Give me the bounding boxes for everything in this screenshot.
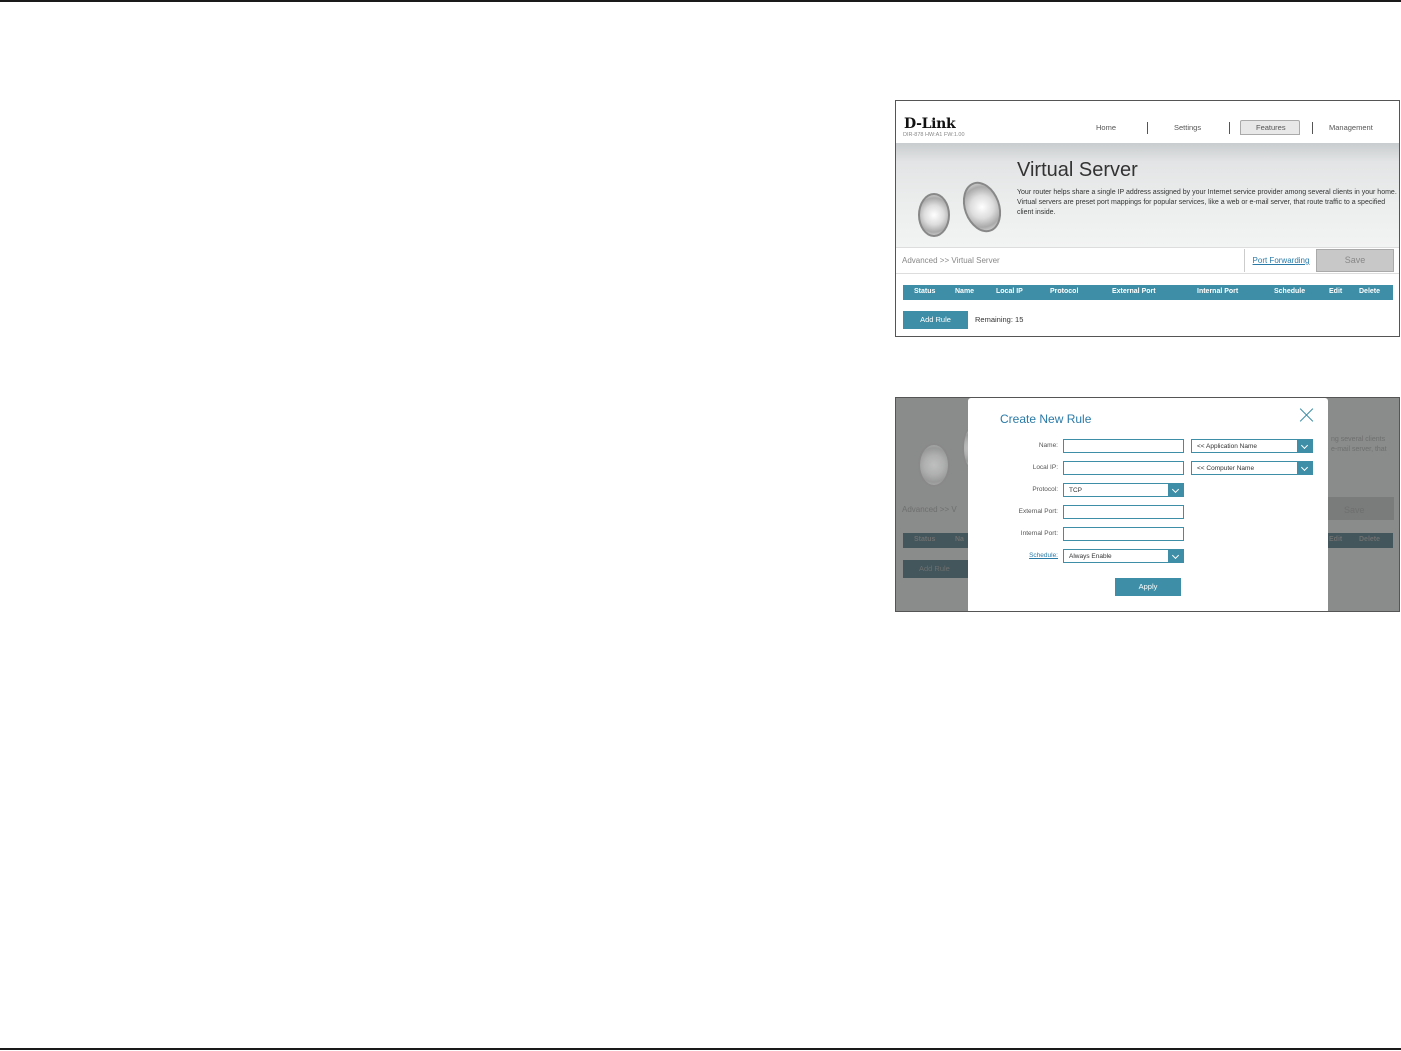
col-internal-port: Internal Port	[1197, 288, 1239, 295]
external-port-label: External Port:	[1018, 508, 1058, 515]
ghost-description: ng several clients	[1331, 436, 1386, 443]
breadcrumb-bar: Advanced >> Virtual Server Port Forwardi…	[896, 247, 1399, 274]
create-rule-dialog: Create New Rule Name: << Application Nam…	[968, 398, 1328, 611]
page-description: Your router helps share a single IP addr…	[1017, 189, 1397, 216]
col-schedule: Schedule	[1274, 288, 1306, 295]
schedule-select[interactable]: Always Enable	[1063, 549, 1184, 563]
model-info: DIR-878 HW:A1 FW:1.00	[903, 132, 965, 138]
protocol-value: TCP	[1069, 487, 1082, 494]
dialog-title: Create New Rule	[1000, 412, 1092, 426]
chevron-down-icon	[1297, 462, 1312, 474]
internal-port-label: Internal Port:	[1020, 530, 1058, 537]
name-field[interactable]	[1063, 439, 1184, 453]
nav-home[interactable]: Home	[1096, 123, 1116, 132]
local-ip-field[interactable]	[1063, 461, 1184, 475]
internal-port-field[interactable]	[1063, 527, 1184, 541]
col-status: Status	[914, 288, 936, 295]
ghost-add-rule-label: Add Rule	[919, 564, 950, 573]
satellite-dish-icon	[918, 443, 950, 487]
breadcrumb: Advanced >> Virtual Server	[902, 256, 1000, 265]
local-ip-label: Local IP:	[1032, 464, 1058, 471]
col-local-ip: Local IP	[996, 288, 1023, 295]
header: D-Link DIR-878 HW:A1 FW:1.00 Home Settin…	[896, 101, 1399, 143]
apply-button[interactable]: Apply	[1115, 578, 1181, 596]
virtual-server-screenshot: D-Link DIR-878 HW:A1 FW:1.00 Home Settin…	[895, 100, 1400, 337]
col-delete: Delete	[1359, 288, 1381, 295]
name-label: Name:	[1038, 442, 1058, 449]
nav-management[interactable]: Management	[1329, 123, 1373, 132]
page-title: Virtual Server	[1017, 159, 1138, 181]
create-rule-screenshot: ng several clients e-mail server, that A…	[895, 397, 1400, 612]
nav-settings[interactable]: Settings	[1174, 123, 1201, 132]
nav-divider	[1229, 122, 1230, 134]
close-icon[interactable]	[1300, 408, 1314, 422]
save-button[interactable]: Save	[1316, 249, 1394, 272]
ghost-breadcrumb: Advanced >> V	[902, 505, 957, 514]
ghost-save-label: Save	[1344, 505, 1365, 515]
dlink-logo: D-Link	[904, 116, 956, 132]
nav-divider	[1312, 122, 1313, 134]
add-rule-button[interactable]: Add Rule	[903, 311, 968, 329]
ghost-col-edit: Edit	[1329, 536, 1343, 543]
computer-name-select[interactable]: << Computer Name	[1191, 461, 1313, 475]
ghost-col-name: Na	[955, 536, 964, 543]
application-name-select[interactable]: << Application Name	[1191, 439, 1313, 453]
col-name: Name	[955, 288, 975, 295]
chevron-down-icon	[1297, 440, 1312, 452]
external-port-field[interactable]	[1063, 505, 1184, 519]
remaining-count: Remaining: 15	[975, 315, 1024, 324]
col-protocol: Protocol	[1050, 288, 1079, 295]
application-name-value: << Application Name	[1197, 443, 1257, 450]
col-edit: Edit	[1329, 288, 1343, 295]
top-rule	[0, 0, 1401, 2]
schedule-value: Always Enable	[1069, 553, 1112, 560]
rules-table-header: Status Name Local IP Protocol External P…	[903, 285, 1393, 300]
chevron-down-icon	[1168, 550, 1183, 562]
ghost-col-status: Status	[914, 536, 936, 543]
computer-name-value: << Computer Name	[1197, 465, 1255, 472]
schedule-link[interactable]: Schedule:	[1029, 552, 1058, 559]
ghost-description: e-mail server, that	[1331, 446, 1387, 453]
satellite-dish-icon	[918, 193, 950, 237]
col-external-port: External Port	[1112, 288, 1156, 295]
ghost-col-delete: Delete	[1359, 536, 1381, 543]
satellite-dish-icon	[956, 176, 1008, 238]
nav-features[interactable]: Features	[1256, 123, 1286, 132]
feature-banner: Virtual Server Your router helps share a…	[896, 143, 1399, 247]
chevron-down-icon	[1168, 484, 1183, 496]
bottom-rule	[0, 1048, 1401, 1050]
protocol-select[interactable]: TCP	[1063, 483, 1184, 497]
port-forwarding-link[interactable]: Port Forwarding	[1244, 249, 1317, 272]
protocol-label: Protocol:	[1032, 486, 1058, 493]
nav-divider	[1147, 122, 1148, 134]
